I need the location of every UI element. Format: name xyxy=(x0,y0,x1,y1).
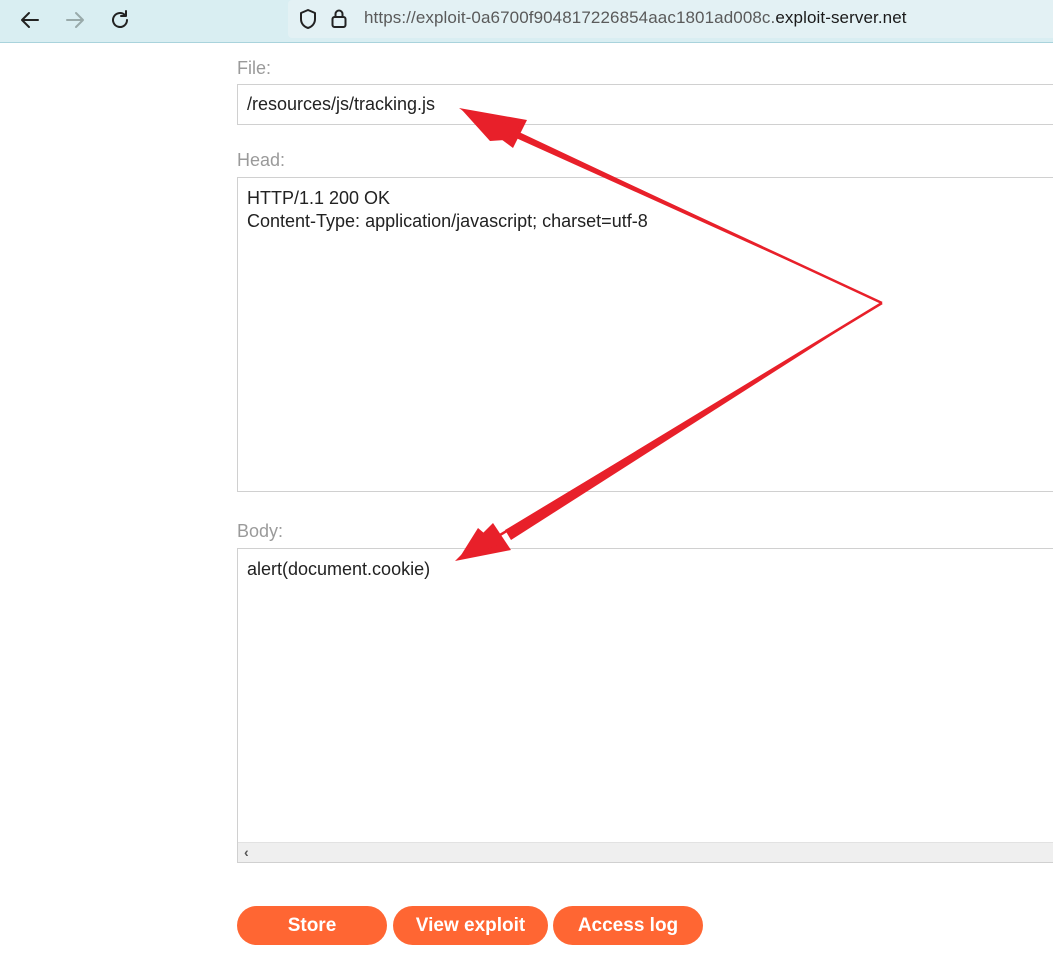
file-label: File: xyxy=(237,58,272,78)
shield-icon[interactable] xyxy=(298,8,318,35)
head-label: Head: xyxy=(237,150,286,170)
access-log-button[interactable]: Access log xyxy=(553,906,703,945)
url-prefix: https://exploit-0a6700f904817226854aac18… xyxy=(364,8,776,27)
chevron-left-icon[interactable]: ‹ xyxy=(244,844,249,860)
reload-icon[interactable] xyxy=(106,6,134,34)
head-textarea[interactable]: HTTP/1.1 200 OK Content-Type: applicatio… xyxy=(237,177,1053,492)
browser-toolbar: https://exploit-0a6700f904817226854aac18… xyxy=(0,0,1053,43)
url-domain: exploit-server.net xyxy=(775,8,907,27)
lock-icon[interactable] xyxy=(330,8,348,35)
url-bar[interactable]: https://exploit-0a6700f904817226854aac18… xyxy=(288,0,1053,38)
view-exploit-button[interactable]: View exploit xyxy=(393,906,548,945)
horizontal-scrollbar[interactable]: ‹ xyxy=(238,842,1053,862)
back-arrow-icon[interactable] xyxy=(16,6,44,34)
file-input[interactable]: /resources/js/tracking.js xyxy=(237,84,1053,125)
store-button[interactable]: Store xyxy=(237,906,387,945)
body-textarea[interactable]: alert(document.cookie) xyxy=(237,548,1053,863)
forward-arrow-icon[interactable] xyxy=(61,6,89,34)
url-text[interactable]: https://exploit-0a6700f904817226854aac18… xyxy=(364,8,907,28)
body-label: Body: xyxy=(237,521,284,541)
